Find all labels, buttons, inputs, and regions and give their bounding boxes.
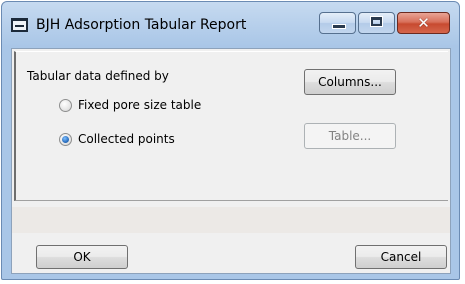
radio-fixed-pore-size-table-indicator[interactable]: [59, 98, 72, 112]
cancel-button[interactable]: Cancel: [355, 245, 447, 269]
maximize-button[interactable]: [358, 12, 395, 34]
radio-fixed-pore-size-table[interactable]: Fixed pore size table: [59, 98, 201, 112]
radio-collected-points-indicator[interactable]: [59, 132, 72, 146]
window-app-icon[interactable]: [11, 18, 28, 32]
radio-collected-points[interactable]: Collected points: [59, 132, 175, 146]
dialog-client-area: Tabular data defined by Fixed pore size …: [11, 48, 451, 274]
minimize-button[interactable]: [319, 12, 356, 34]
close-button[interactable]: ✕: [397, 12, 450, 34]
minimize-icon: [332, 24, 346, 29]
status-strip: [12, 207, 450, 233]
radio-collected-points-label[interactable]: Collected points: [78, 132, 175, 146]
radio-fixed-pore-size-table-label[interactable]: Fixed pore size table: [78, 98, 201, 112]
tabular-data-group: Tabular data defined by Fixed pore size …: [14, 51, 448, 201]
maximize-icon: [370, 16, 383, 27]
close-icon: ✕: [417, 14, 430, 32]
window-title: BJH Adsorption Tabular Report: [36, 17, 247, 33]
group-label: Tabular data defined by: [27, 69, 169, 83]
title-bar[interactable]: BJH Adsorption Tabular Report ✕: [2, 2, 459, 46]
dialog-window: BJH Adsorption Tabular Report ✕ Tabular …: [1, 1, 460, 280]
table-button[interactable]: Table...: [304, 123, 396, 149]
ok-button[interactable]: OK: [36, 245, 128, 269]
columns-button[interactable]: Columns...: [304, 69, 396, 95]
